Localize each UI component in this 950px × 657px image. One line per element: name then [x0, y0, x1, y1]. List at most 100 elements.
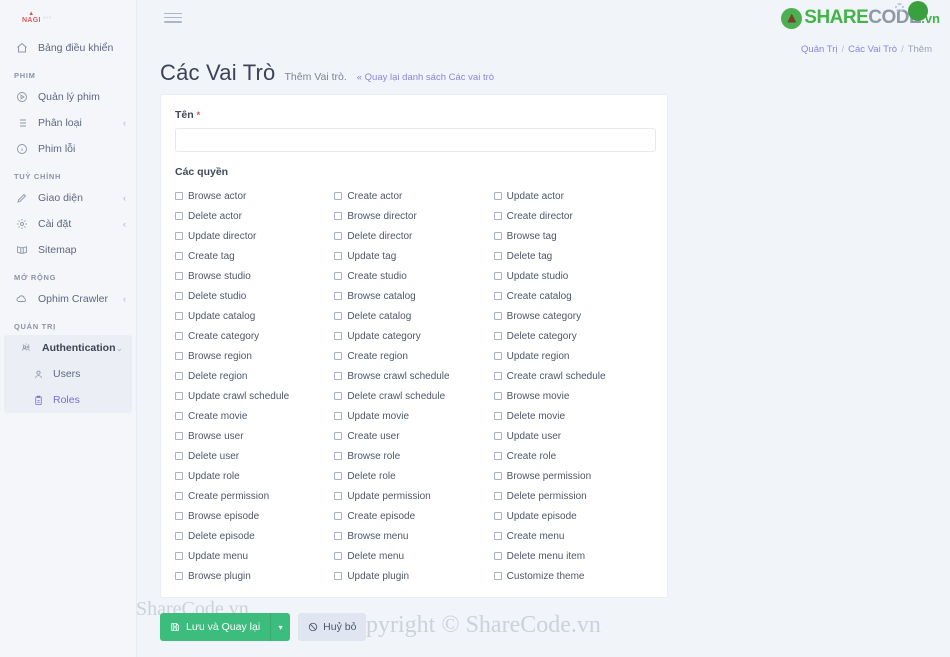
checkbox-icon[interactable] [334, 532, 343, 540]
checkbox-icon[interactable] [334, 392, 343, 400]
checkbox-icon[interactable] [493, 392, 502, 400]
breadcrumb-item-quan-tri[interactable]: Quản Trị [801, 44, 837, 55]
checkbox-icon[interactable] [175, 452, 183, 460]
permission-checkbox-row[interactable]: Update actor [493, 186, 653, 206]
permission-checkbox-row[interactable]: Customize theme [493, 566, 653, 586]
permission-checkbox-row[interactable]: Delete actor [175, 206, 334, 226]
permission-checkbox-row[interactable]: Browse tag [493, 226, 653, 246]
checkbox-icon[interactable] [175, 372, 183, 380]
checkbox-icon[interactable] [334, 232, 343, 240]
permission-checkbox-row[interactable]: Update menu [175, 546, 334, 566]
permission-checkbox-row[interactable]: Create actor [334, 186, 493, 206]
checkbox-icon[interactable] [334, 212, 343, 220]
checkbox-icon[interactable] [334, 452, 343, 460]
permission-checkbox-row[interactable]: Browse menu [334, 526, 493, 546]
checkbox-icon[interactable] [334, 512, 343, 520]
permission-checkbox-row[interactable]: Create catalog [493, 286, 653, 306]
checkbox-icon[interactable] [175, 252, 183, 260]
checkbox-icon[interactable] [334, 472, 343, 480]
checkbox-icon[interactable] [334, 272, 343, 280]
permission-checkbox-row[interactable]: Delete user [175, 446, 334, 466]
checkbox-icon[interactable] [175, 212, 183, 220]
checkbox-icon[interactable] [493, 252, 502, 260]
checkbox-icon[interactable] [334, 412, 343, 420]
checkbox-icon[interactable] [334, 292, 343, 300]
checkbox-icon[interactable] [334, 332, 343, 340]
permission-checkbox-row[interactable]: Delete crawl schedule [334, 386, 493, 406]
checkbox-icon[interactable] [493, 332, 502, 340]
permission-checkbox-row[interactable]: Create region [334, 346, 493, 366]
checkbox-icon[interactable] [493, 512, 502, 520]
checkbox-icon[interactable] [493, 432, 502, 440]
permission-checkbox-row[interactable]: Browse actor [175, 186, 334, 206]
permission-checkbox-row[interactable]: Delete menu item [493, 546, 653, 566]
checkbox-icon[interactable] [175, 352, 183, 360]
checkbox-icon[interactable] [493, 452, 502, 460]
checkbox-icon[interactable] [493, 352, 502, 360]
permission-checkbox-row[interactable]: Delete tag [493, 246, 653, 266]
checkbox-icon[interactable] [175, 192, 183, 200]
checkbox-icon[interactable] [175, 292, 183, 300]
sidebar-item-phim-loi[interactable]: Phim lỗi [0, 136, 136, 162]
sidebar-item-giao-dien[interactable]: Giao diện ‹ [0, 185, 136, 211]
checkbox-icon[interactable] [175, 472, 183, 480]
checkbox-icon[interactable] [334, 432, 343, 440]
checkbox-icon[interactable] [175, 532, 183, 540]
permission-checkbox-row[interactable]: Browse episode [175, 506, 334, 526]
checkbox-icon[interactable] [334, 192, 343, 200]
permission-checkbox-row[interactable]: Update role [175, 466, 334, 486]
permission-checkbox-row[interactable]: Browse crawl schedule [334, 366, 493, 386]
permission-checkbox-row[interactable]: Browse director [334, 206, 493, 226]
permission-checkbox-row[interactable]: Create tag [175, 246, 334, 266]
permission-checkbox-row[interactable]: Update user [493, 426, 653, 446]
checkbox-icon[interactable] [175, 312, 183, 320]
checkbox-icon[interactable] [493, 412, 502, 420]
name-input[interactable] [175, 128, 656, 152]
cancel-button[interactable]: Huỷ bỏ [298, 613, 367, 641]
permission-checkbox-row[interactable]: Create crawl schedule [493, 366, 653, 386]
sidebar-item-cai-dat[interactable]: Cài đặt ‹ [0, 211, 136, 237]
checkbox-icon[interactable] [175, 272, 183, 280]
permission-checkbox-row[interactable]: Delete episode [175, 526, 334, 546]
checkbox-icon[interactable] [493, 272, 502, 280]
permission-checkbox-row[interactable]: Create episode [334, 506, 493, 526]
checkbox-icon[interactable] [175, 512, 183, 520]
sidebar-item-quan-ly-phim[interactable]: Quản lý phim [0, 84, 136, 110]
permission-checkbox-row[interactable]: Create menu [493, 526, 653, 546]
permission-checkbox-row[interactable]: Browse permission [493, 466, 653, 486]
checkbox-icon[interactable] [493, 532, 502, 540]
permission-checkbox-row[interactable]: Delete category [493, 326, 653, 346]
checkbox-icon[interactable] [175, 232, 183, 240]
checkbox-icon[interactable] [493, 232, 502, 240]
permission-checkbox-row[interactable]: Update studio [493, 266, 653, 286]
sidebar-item-phan-loai[interactable]: Phân loại ‹ [0, 110, 136, 136]
checkbox-icon[interactable] [334, 492, 343, 500]
breadcrumb-item-cac-vai-tro[interactable]: Các Vai Trò [848, 44, 897, 55]
permission-checkbox-row[interactable]: Update catalog [175, 306, 334, 326]
checkbox-icon[interactable] [175, 392, 183, 400]
permission-checkbox-row[interactable]: Browse catalog [334, 286, 493, 306]
permission-checkbox-row[interactable]: Create director [493, 206, 653, 226]
permission-checkbox-row[interactable]: Update plugin [334, 566, 493, 586]
checkbox-icon[interactable] [334, 312, 343, 320]
permission-checkbox-row[interactable]: Update region [493, 346, 653, 366]
permission-checkbox-row[interactable]: Update crawl schedule [175, 386, 334, 406]
permission-checkbox-row[interactable]: Update episode [493, 506, 653, 526]
checkbox-icon[interactable] [493, 492, 502, 500]
checkbox-icon[interactable] [334, 352, 343, 360]
checkbox-icon[interactable] [334, 572, 343, 580]
permission-checkbox-row[interactable]: Delete director [334, 226, 493, 246]
permission-checkbox-row[interactable]: Browse plugin [175, 566, 334, 586]
checkbox-icon[interactable] [334, 372, 343, 380]
checkbox-icon[interactable] [175, 332, 183, 340]
checkbox-icon[interactable] [493, 372, 502, 380]
permission-checkbox-row[interactable]: Delete role [334, 466, 493, 486]
sidebar-item-authentication[interactable]: Authentication ⌄ [4, 335, 132, 361]
permission-checkbox-row[interactable]: Update movie [334, 406, 493, 426]
checkbox-icon[interactable] [493, 572, 502, 580]
permission-checkbox-row[interactable]: Create category [175, 326, 334, 346]
checkbox-icon[interactable] [175, 412, 183, 420]
checkbox-icon[interactable] [175, 572, 183, 580]
checkbox-icon[interactable] [493, 192, 502, 200]
permission-checkbox-row[interactable]: Browse movie [493, 386, 653, 406]
